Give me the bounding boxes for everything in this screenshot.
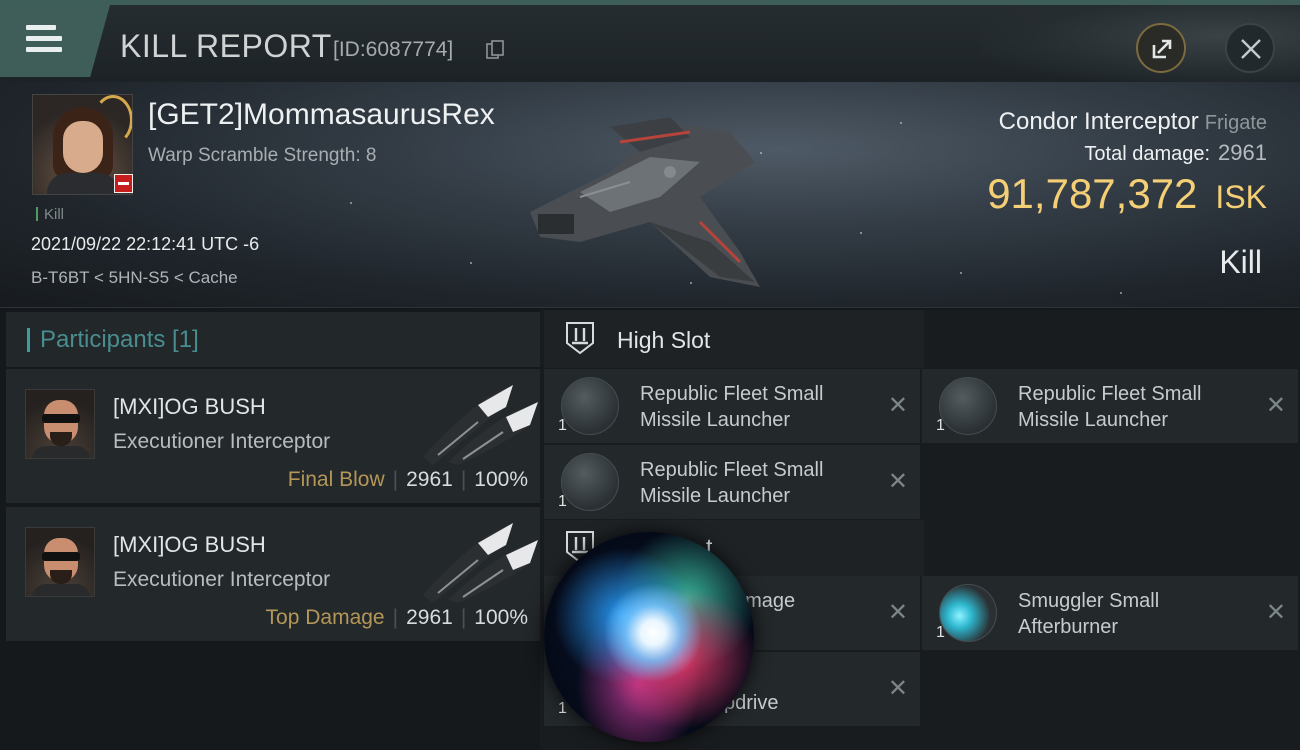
afterburner-icon bbox=[939, 584, 997, 642]
kill-timestamp: 2021/09/22 22:12:41 UTC -6 bbox=[31, 234, 260, 254]
kill-location[interactable]: B-T6BT < 5HN-S5 < Cache bbox=[31, 268, 238, 288]
module-name: pdrive bbox=[724, 692, 779, 714]
participant-row[interactable]: [MXI]OG BUSH Executioner Interceptor Fin… bbox=[6, 369, 540, 503]
share-button[interactable] bbox=[1136, 23, 1186, 73]
remove-module-icon[interactable]: ✕ bbox=[1266, 600, 1286, 624]
participant-portrait[interactable] bbox=[25, 389, 95, 459]
victim-ship-image[interactable] bbox=[520, 102, 780, 292]
module-name: Republic Fleet Small Missile Launcher bbox=[1018, 383, 1202, 431]
participant-name: [MXI]OG BUSH bbox=[113, 394, 266, 419]
standing-negative-icon bbox=[114, 174, 133, 193]
module-name: Smuggler Small Afterburner bbox=[1018, 590, 1160, 638]
remove-module-icon[interactable]: ✕ bbox=[888, 469, 908, 493]
participant-damage: 2961 bbox=[406, 468, 453, 491]
share-external-icon bbox=[1152, 39, 1172, 59]
participant-percent: 100% bbox=[474, 606, 528, 629]
victim-banner: [GET2]MommasaurusRex Warp Scramble Stren… bbox=[0, 82, 1300, 308]
kill-result: Kill bbox=[1219, 244, 1262, 280]
participant-stats: Final Blow | 2961 | 100% bbox=[287, 468, 528, 491]
menu-button[interactable] bbox=[0, 5, 110, 77]
participants-header[interactable]: Participants [1] bbox=[6, 312, 540, 367]
close-icon bbox=[1241, 39, 1261, 59]
report-id: [ID:6087774] bbox=[333, 38, 454, 61]
top-damage-tag: Top Damage bbox=[265, 606, 385, 629]
participant-portrait[interactable] bbox=[25, 527, 95, 597]
participant-name: [MXI]OG BUSH bbox=[113, 532, 266, 557]
high-slot-title: High Slot bbox=[617, 327, 711, 353]
high-slot-header: High Slot bbox=[544, 310, 924, 368]
header-bar: KILL REPORT [ID:6087774] bbox=[0, 0, 1300, 82]
isk-value: 91,787,372 ISK bbox=[987, 170, 1267, 217]
fitted-module[interactable]: 1 Republic Fleet Small Missile Launcher ✕ bbox=[544, 445, 920, 519]
hamburger-menu-icon[interactable] bbox=[26, 25, 62, 57]
participant-row[interactable]: [MXI]OG BUSH Executioner Interceptor Top… bbox=[6, 507, 540, 641]
victim-ship[interactable]: Condor Interceptor Frigate bbox=[999, 108, 1267, 136]
participant-ship: Executioner Interceptor bbox=[113, 430, 331, 453]
participants-panel: Participants [1] [MXI]OG BUSH Executione… bbox=[0, 310, 540, 750]
copy-icon[interactable] bbox=[486, 40, 504, 60]
missile-launcher-icon bbox=[561, 453, 619, 511]
participant-ship-image[interactable] bbox=[418, 515, 542, 605]
close-button[interactable] bbox=[1225, 23, 1275, 73]
remove-module-icon[interactable]: ✕ bbox=[888, 676, 908, 700]
module-name: Republic Fleet Small Missile Launcher bbox=[640, 383, 824, 431]
missile-launcher-icon bbox=[561, 377, 619, 435]
remove-module-icon[interactable]: ✕ bbox=[888, 600, 908, 624]
remove-module-icon[interactable]: ✕ bbox=[888, 393, 908, 417]
fitted-module[interactable]: 1 Republic Fleet Small Missile Launcher ✕ bbox=[544, 369, 920, 443]
participant-ship-image[interactable] bbox=[418, 377, 542, 467]
missile-launcher-icon bbox=[939, 377, 997, 435]
warp-scramble-strength: Warp Scramble Strength: 8 bbox=[148, 145, 377, 166]
kill-tag: Kill bbox=[36, 206, 64, 223]
page-title: KILL REPORT bbox=[120, 28, 332, 64]
participant-damage: 2961 bbox=[406, 606, 453, 629]
participant-stats: Top Damage | 2961 | 100% bbox=[265, 606, 528, 629]
final-blow-tag: Final Blow bbox=[287, 468, 385, 491]
participants-title: Participants [1] bbox=[40, 326, 199, 353]
siri-orb-icon[interactable] bbox=[544, 532, 754, 742]
participant-percent: 100% bbox=[474, 468, 528, 491]
participant-ship: Executioner Interceptor bbox=[113, 568, 331, 591]
module-name: Republic Fleet Small Missile Launcher bbox=[640, 459, 824, 507]
fitted-module[interactable]: 1 Smuggler Small Afterburner ✕ bbox=[922, 576, 1298, 650]
fitted-module[interactable]: 1 Republic Fleet Small Missile Launcher ✕ bbox=[922, 369, 1298, 443]
total-damage: Total damage: 2961 bbox=[1084, 140, 1267, 165]
victim-name[interactable]: [GET2]MommasaurusRex bbox=[148, 98, 495, 132]
high-slot-icon bbox=[566, 322, 594, 355]
remove-module-icon[interactable]: ✕ bbox=[1266, 393, 1286, 417]
